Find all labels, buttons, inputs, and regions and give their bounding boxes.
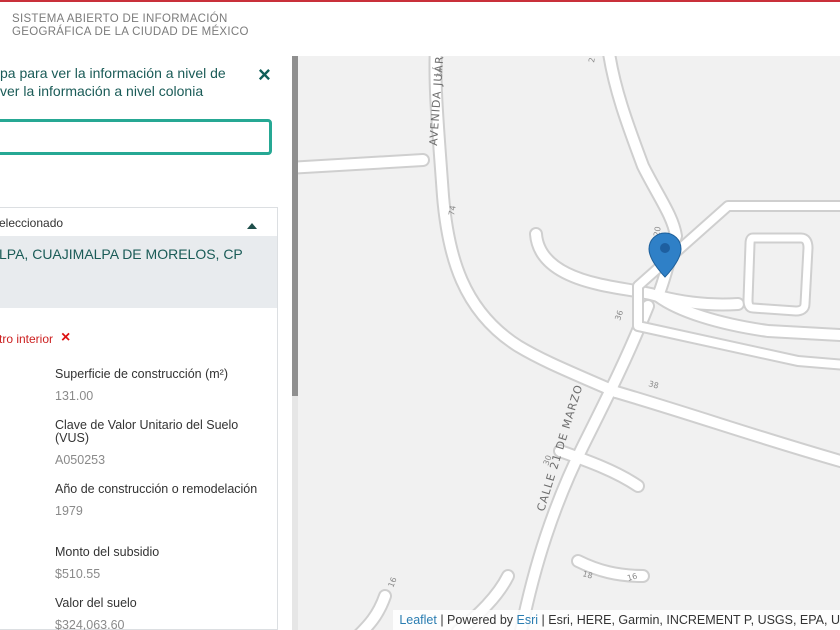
address-text: LPA, CUAJIMALPA DE MORELOS, CP bbox=[0, 246, 243, 262]
app-header: SISTEMA ABIERTO DE INFORMACIÓN GEOGRÁFIC… bbox=[0, 2, 840, 56]
selected-property-card: eleccionado LPA, CUAJIMALPA DE MORELOS, … bbox=[0, 207, 278, 630]
field-value: 131.00 bbox=[55, 389, 94, 403]
map-view[interactable]: AVENIDA JUÁREZ CALLE 21 DE MARZO 34 2 74… bbox=[298, 56, 840, 630]
search-box[interactable] bbox=[0, 119, 273, 155]
close-icon[interactable]: × bbox=[61, 329, 70, 347]
card-header[interactable]: eleccionado bbox=[0, 208, 277, 236]
field-value: $324,063.60 bbox=[55, 618, 125, 630]
field-label: Año de construcción o remodelación bbox=[55, 482, 258, 496]
field-label: Monto del subsidio bbox=[55, 545, 160, 559]
field-land-value: Valor del suelo $324,063.60 bbox=[55, 597, 265, 630]
selected-label: eleccionado bbox=[0, 216, 64, 230]
field-subsidy-amount: Monto del subsidio $510.55 bbox=[55, 545, 265, 582]
field-label: Valor del suelo bbox=[55, 596, 137, 610]
intro-line-2: ver la información a nivel colonia bbox=[0, 83, 204, 99]
field-vus-key: Clave de Valor Unitario del Suelo (VUS) … bbox=[55, 418, 265, 468]
close-icon[interactable]: × bbox=[258, 64, 271, 86]
panel-intro: pa para ver la información a nivel de ve… bbox=[0, 64, 250, 100]
field-label: Superficie de construcción (m²) bbox=[55, 367, 228, 381]
field-value: $510.55 bbox=[55, 567, 101, 581]
street-number: 74 bbox=[447, 205, 458, 217]
chevron-up-icon[interactable] bbox=[247, 223, 257, 229]
intro-line-1: pa para ver la información a nivel de bbox=[0, 65, 226, 81]
app-title[interactable]: SISTEMA ABIERTO DE INFORMACIÓN GEOGRÁFIC… bbox=[12, 13, 249, 39]
app-title-line-1: SISTEMA ABIERTO DE INFORMACIÓN bbox=[12, 13, 228, 25]
field-value: A050253 bbox=[55, 453, 106, 467]
field-construction-year: Año de construcción o remodelación 1979 bbox=[55, 482, 265, 519]
search-input[interactable] bbox=[0, 122, 273, 154]
street-number: 34 bbox=[435, 68, 444, 78]
leaflet-link[interactable]: Leaflet bbox=[399, 613, 437, 627]
field-label: Clave de Valor Unitario del Suelo (VUS) bbox=[55, 418, 239, 445]
field-value: 1979 bbox=[55, 504, 83, 518]
attribution-sources: | Esri, HERE, Garmin, INCREMENT P, USGS,… bbox=[538, 613, 840, 627]
warning-text: tro interior bbox=[0, 332, 54, 346]
esri-link[interactable]: Esri bbox=[517, 613, 539, 627]
app-title-line-2: GEOGRÁFICA DE LA CIUDAD DE MÉXICO bbox=[12, 26, 249, 38]
field-construction-area: Superficie de construcción (m²) 131.00 bbox=[55, 367, 265, 404]
attribution-separator: | Powered by bbox=[436, 613, 517, 627]
map-attribution: Leaflet | Powered by Esri | Esri, HERE, … bbox=[393, 610, 840, 630]
info-panel: pa para ver la información a nivel de ve… bbox=[0, 56, 292, 630]
map-canvas[interactable]: AVENIDA JUÁREZ CALLE 21 DE MARZO 34 2 74… bbox=[298, 56, 840, 630]
address-block: LPA, CUAJIMALPA DE MORELOS, CP bbox=[0, 236, 277, 308]
